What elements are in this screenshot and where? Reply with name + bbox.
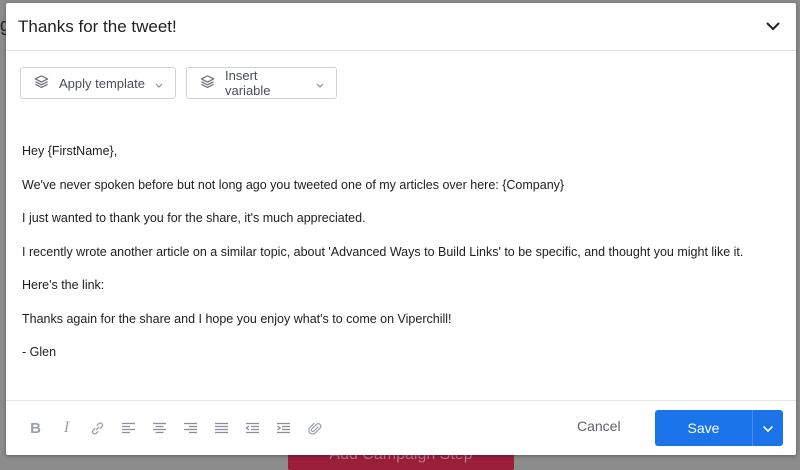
message-line: Thanks again for the share and I hope yo… [22,311,452,326]
bold-icon[interactable]: B [20,417,51,439]
italic-icon[interactable]: I [51,417,82,439]
message-line: - Glen [22,345,57,359]
message-editor[interactable]: Hey {FirstName}, We've never spoken befo… [22,143,782,378]
outdent-icon[interactable] [237,417,268,439]
email-template-modal: Thanks for the tweet! Apply template Ins… [6,3,796,455]
layers-icon [34,74,49,92]
message-line: I recently wrote another article on a si… [22,244,744,259]
chevron-down-icon[interactable] [762,16,784,38]
format-toolbar: B I [20,417,330,439]
apply-template-button[interactable]: Apply template [20,67,176,99]
modal-title: Thanks for the tweet! [18,16,177,36]
align-right-icon[interactable] [175,417,206,439]
attachment-icon[interactable] [299,417,330,439]
chevron-down-icon [316,76,324,91]
modal-footer: B I Cancel Save [6,400,796,455]
align-center-icon[interactable] [144,417,175,439]
modal-header: Thanks for the tweet! [6,3,796,51]
layers-icon [200,74,215,92]
chevron-down-icon [763,419,773,437]
save-button-group: Save [655,410,783,446]
message-line: Hey {FirstName}, [22,144,118,158]
message-line: I just wanted to thank you for the share… [22,211,366,225]
template-toolbar: Apply template Insert variable [20,67,337,99]
align-justify-icon[interactable] [206,417,237,439]
message-line: We've never spoken before but not long a… [22,177,565,192]
chevron-down-icon [155,76,163,91]
apply-template-label: Apply template [59,75,145,91]
save-button[interactable]: Save [655,410,752,446]
save-options-button[interactable] [753,410,783,446]
message-line: Here's the link: [22,278,105,292]
cancel-button[interactable]: Cancel [577,418,621,434]
insert-variable-label: Insert variable [225,68,271,98]
align-left-icon[interactable] [113,417,144,439]
insert-variable-button[interactable]: Insert variable [186,67,337,99]
indent-icon[interactable] [268,417,299,439]
link-icon[interactable] [82,417,113,439]
